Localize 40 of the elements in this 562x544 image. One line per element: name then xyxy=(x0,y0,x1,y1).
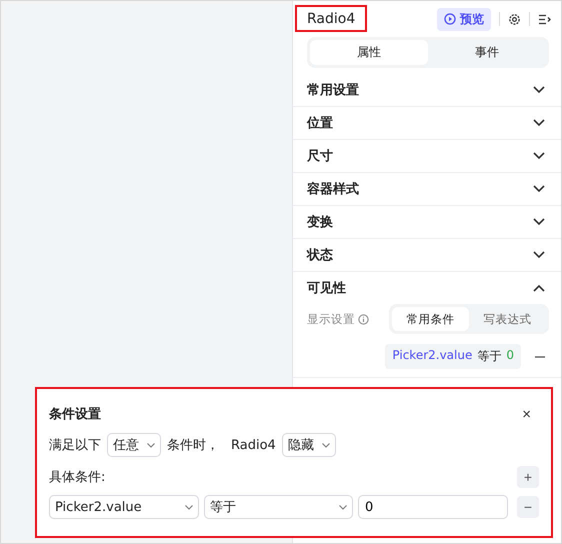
caret-icon xyxy=(339,504,347,510)
section-header[interactable]: 尺寸 xyxy=(293,140,561,172)
match-select[interactable]: 任意 xyxy=(107,433,161,457)
action-select[interactable]: 隐藏 xyxy=(282,433,336,457)
target-name: Radio4 xyxy=(231,438,276,452)
value-field[interactable]: 0 xyxy=(358,495,508,519)
section-header[interactable]: 变换 xyxy=(293,206,561,238)
caret-icon xyxy=(185,504,193,510)
section-header[interactable]: 可见性 xyxy=(293,272,561,304)
info-icon xyxy=(358,314,369,324)
play-icon xyxy=(444,13,456,25)
settings-icon[interactable] xyxy=(508,12,521,26)
display-setting-label: 显示设置 xyxy=(307,312,355,326)
rule-text: 满足以下 xyxy=(49,437,101,454)
rule-text: 条件时， xyxy=(167,437,219,454)
tab[interactable]: 属性 xyxy=(310,40,428,65)
condition-field: Picker2.value xyxy=(392,348,472,365)
remove-button[interactable]: − xyxy=(517,496,539,518)
section-header[interactable]: 容器样式 xyxy=(293,173,561,205)
mode-tab[interactable]: 写表达式 xyxy=(469,307,546,331)
section-header[interactable]: 常用设置 xyxy=(293,74,561,106)
caret-icon xyxy=(322,442,330,448)
component-title: Radio4 xyxy=(307,11,356,27)
condition-value: 0 xyxy=(506,348,514,364)
caret-icon xyxy=(147,442,155,448)
condition-operator: 等于 xyxy=(477,348,502,365)
section-header[interactable]: 状态 xyxy=(293,239,561,271)
mode-tab[interactable]: 常用条件 xyxy=(392,307,469,331)
highlight-frame xyxy=(295,5,367,32)
conditions-label: 具体条件: xyxy=(49,469,106,486)
field-select[interactable]: Picker2.value xyxy=(49,495,199,519)
tab[interactable]: 事件 xyxy=(428,40,546,65)
operator-select[interactable]: 等于 xyxy=(204,495,353,519)
condition-chip[interactable]: Picker2.value 等于 0 xyxy=(385,344,521,369)
collapse-panel-icon[interactable] xyxy=(538,14,551,24)
add-button[interactable]: + xyxy=(517,466,539,488)
dialog-title: 条件设置 xyxy=(49,406,101,423)
section-header[interactable]: 位置 xyxy=(293,107,561,139)
close-button[interactable]: × xyxy=(514,406,539,422)
preview-button[interactable]: 预览 xyxy=(437,8,491,30)
